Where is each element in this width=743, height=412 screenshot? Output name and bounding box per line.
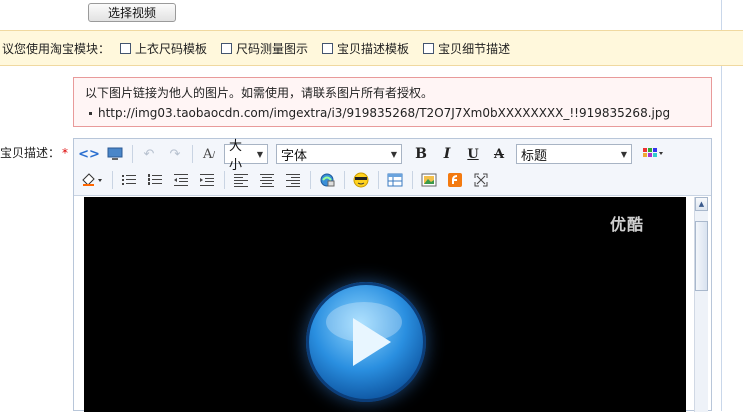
bullet-icon <box>89 111 92 115</box>
insert-link-icon[interactable] <box>316 169 338 191</box>
description-label: 宝贝描述： * <box>0 146 69 160</box>
fullscreen-icon[interactable] <box>470 169 492 191</box>
rich-text-editor[interactable]: <> ↶ ↷ A / 大小 ▼ 字体 ▼ B I U A 标题 ▼ 优酷 ▲ <box>73 138 712 412</box>
separator <box>224 171 225 189</box>
underline-button[interactable]: U <box>462 143 484 165</box>
indent-icon[interactable] <box>196 169 218 191</box>
separator <box>132 145 133 163</box>
font-family-select[interactable]: 字体 ▼ <box>276 144 402 164</box>
insert-flash-icon[interactable] <box>444 169 466 191</box>
separator <box>344 171 345 189</box>
template-suggestion-bar: 议您使用淘宝模块： 上衣尺码模板 尺码测量图示 宝贝描述模板 宝贝细节描述 <box>0 30 743 66</box>
clear-format-icon[interactable]: A / <box>198 143 220 165</box>
select-video-button[interactable]: 选择视频 <box>88 3 176 22</box>
template-option-size-measure[interactable]: 尺码测量图示 <box>221 40 308 57</box>
required-mark: * <box>62 146 69 160</box>
heading-select[interactable]: 标题 ▼ <box>516 144 632 164</box>
fill-color-icon[interactable] <box>78 169 106 191</box>
template-option-detail[interactable]: 宝贝细节描述 <box>423 40 510 57</box>
bullet-list-icon[interactable] <box>118 169 140 191</box>
checkbox[interactable] <box>423 42 435 54</box>
outdent-icon[interactable] <box>170 169 192 191</box>
undo-icon[interactable]: ↶ <box>138 143 160 165</box>
align-left-icon[interactable] <box>230 169 252 191</box>
separator <box>112 171 113 189</box>
table-icon[interactable] <box>384 169 406 191</box>
separator <box>412 171 413 189</box>
color-grid-icon[interactable] <box>640 143 666 165</box>
checkbox[interactable] <box>221 42 233 54</box>
image-license-notice: 以下图片链接为他人的图片。如需使用，请联系图片所有者授权。 http://img… <box>73 77 712 127</box>
editor-scrollbar[interactable]: ▲ <box>694 197 708 412</box>
youku-watermark: 优酷 <box>609 215 644 234</box>
align-center-icon[interactable] <box>256 169 278 191</box>
bold-button[interactable]: B <box>410 143 432 165</box>
source-code-icon[interactable]: <> <box>78 143 100 165</box>
align-right-icon[interactable] <box>282 169 304 191</box>
emoticon-icon[interactable] <box>350 169 372 191</box>
separator <box>192 145 193 163</box>
separator <box>310 171 311 189</box>
checkbox[interactable] <box>322 42 334 54</box>
separator <box>378 171 379 189</box>
editor-toolbar: <> ↶ ↷ A / 大小 ▼ 字体 ▼ B I U A 标题 ▼ <box>74 139 711 196</box>
template-option-description[interactable]: 宝贝描述模板 <box>322 40 409 57</box>
redo-icon[interactable]: ↷ <box>164 143 186 165</box>
italic-button[interactable]: I <box>436 143 458 165</box>
scroll-up-icon[interactable]: ▲ <box>695 197 708 211</box>
notice-text: 以下图片链接为他人的图片。如需使用，请联系图片所有者授权。 <box>85 86 434 100</box>
insert-image-icon[interactable] <box>418 169 440 191</box>
notice-image-link[interactable]: http://img03.taobaocdn.com/imgextra/i3/9… <box>98 106 670 120</box>
preview-icon[interactable] <box>104 143 126 165</box>
suggestion-label: 议您使用淘宝模块： <box>2 41 111 56</box>
numbered-list-icon[interactable] <box>144 169 166 191</box>
strikethrough-button[interactable]: A <box>488 143 510 165</box>
template-option-top-size[interactable]: 上衣尺码模板 <box>120 40 207 57</box>
checkbox[interactable] <box>120 42 132 54</box>
embedded-video-player[interactable]: 优酷 <box>84 197 686 412</box>
play-button-icon[interactable] <box>306 282 426 402</box>
scroll-thumb[interactable] <box>695 221 708 291</box>
font-size-select[interactable]: 大小 ▼ <box>224 139 268 173</box>
